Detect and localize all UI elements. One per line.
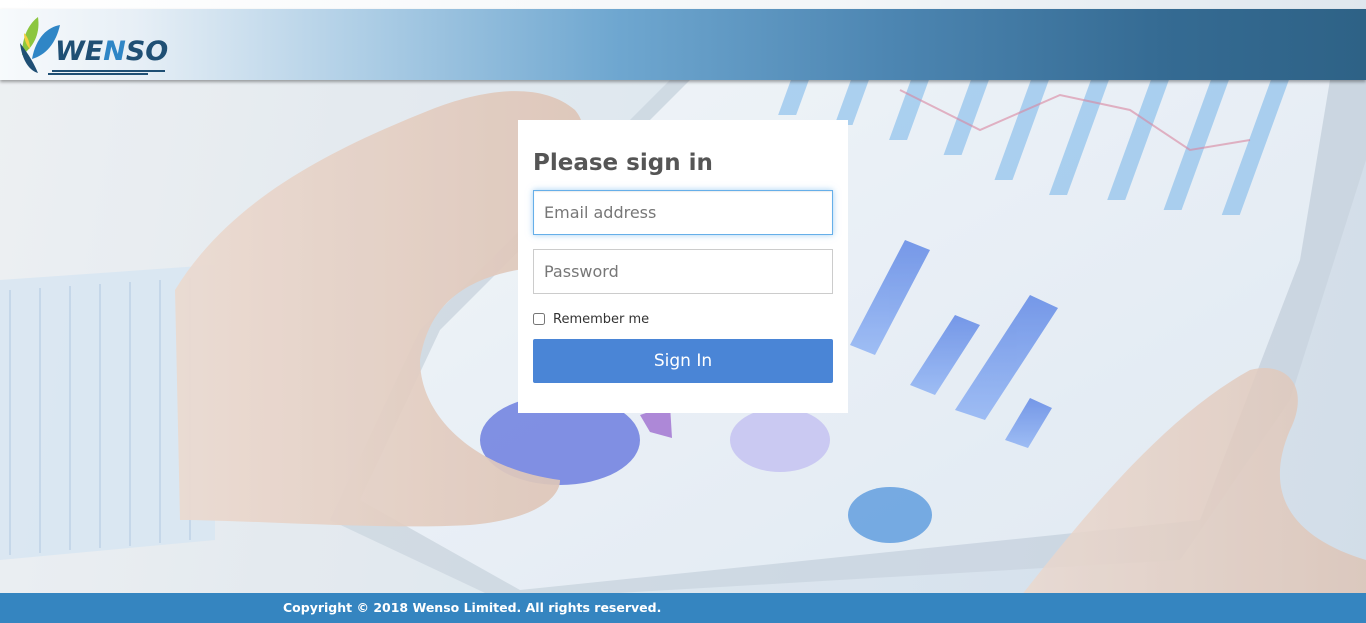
header-bar: WENSO — [0, 9, 1366, 80]
email-input[interactable] — [533, 190, 833, 235]
login-card: Please sign in Remember me Sign In — [518, 120, 848, 413]
remember-me-label: Remember me — [553, 311, 650, 327]
login-title: Please sign in — [533, 150, 713, 176]
footer-bar: Copyright © 2018 Wenso Limited. All righ… — [0, 593, 1366, 623]
remember-me-checkbox[interactable] — [533, 313, 545, 325]
header-top-strip — [0, 0, 1366, 9]
login-page: WENSO Please sign in Remember me Sign In… — [0, 0, 1366, 623]
brand-logo[interactable]: WENSO — [18, 15, 178, 77]
remember-me-row[interactable]: Remember me — [533, 310, 649, 328]
sign-in-button[interactable]: Sign In — [533, 339, 833, 383]
password-input[interactable] — [533, 249, 833, 294]
brand-underline-secondary — [48, 73, 148, 75]
copyright-text: Copyright © 2018 Wenso Limited. All righ… — [283, 600, 662, 615]
brand-underline — [52, 70, 165, 72]
brand-wordmark: WENSO — [55, 36, 169, 67]
